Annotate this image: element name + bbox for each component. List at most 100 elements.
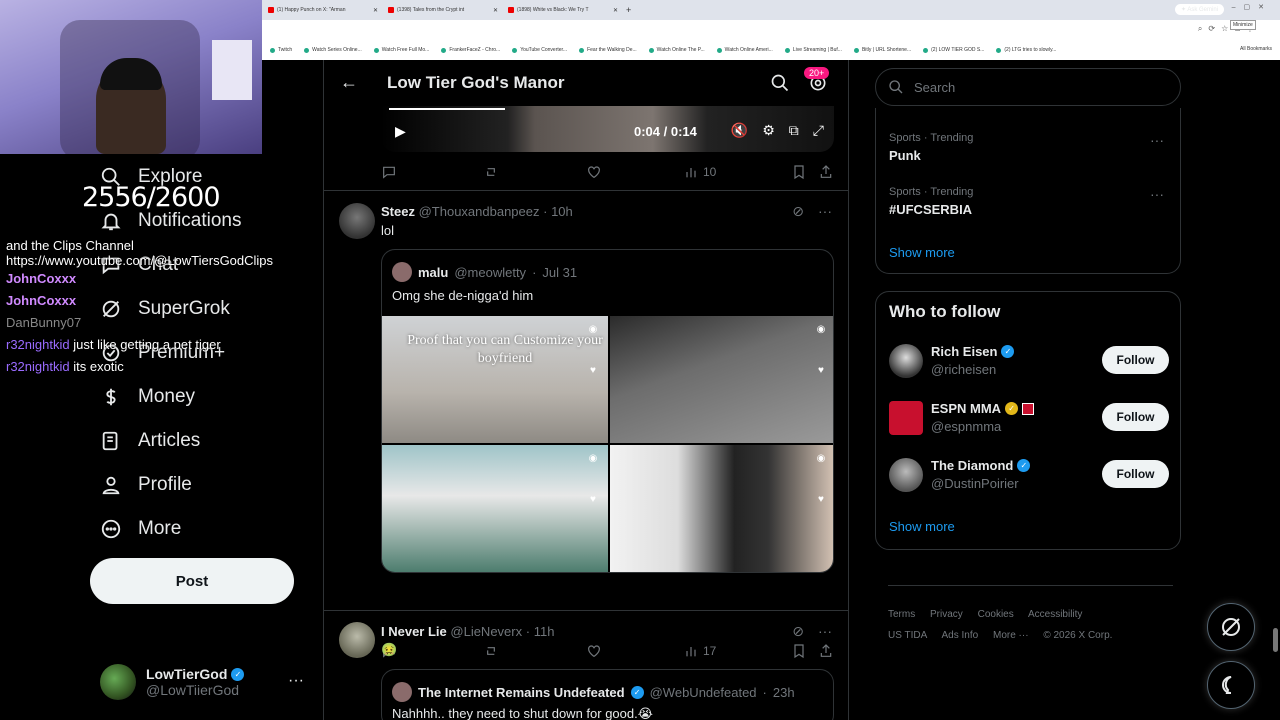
bookmark[interactable]: FrankerFaceZ - Chro... [441,47,500,53]
quoted-post[interactable]: The Internet Remains Undefeated ✓ @WebUn… [381,669,834,720]
avatar[interactable] [339,203,375,239]
bookmark[interactable]: Bitly | URL Shortene... [853,47,911,53]
all-bookmarks[interactable]: All Bookmarks [1240,46,1272,52]
bookmark[interactable]: YouTube Converter... [512,47,567,53]
footer-link[interactable]: Ads Info [942,630,979,641]
bookmark[interactable]: Watch Online Ameri... [716,47,773,53]
account-switcher[interactable]: LowTierGod ✓ @LowTiierGod ··· [100,662,310,702]
repost-icon[interactable] [483,164,499,180]
bookmark[interactable]: Watch Online The P... [648,47,705,53]
close-tab-icon[interactable]: ✕ [613,7,618,14]
bookmark[interactable]: (2) LOW TIER GOD S... [923,47,984,53]
bookmark[interactable]: Watch Series Online... [304,47,362,53]
show-more-link[interactable]: Show more [889,245,955,260]
more-options-icon[interactable]: ··· [818,623,832,640]
more-options-icon[interactable]: ··· [1150,132,1164,148]
more-options-icon[interactable]: ··· [288,672,304,690]
media-image[interactable]: ◉ ♥ [382,445,608,572]
grok-fab-button[interactable] [1207,603,1255,651]
window-controls[interactable]: –▢✕ [1232,3,1272,11]
trend-item[interactable]: Sports · Trending #UFCSERBIA [889,186,973,217]
bookmark[interactable]: Watch Free Full Mo... [373,47,429,53]
views-icon[interactable]: 10 [683,164,716,180]
copyright: © 2026 X Corp. [1043,630,1113,641]
video-time: 0:04 / 0:14 [634,124,697,139]
follow-suggestion[interactable]: ESPN MMA ✓ @espnmma Follow [889,399,1169,439]
grok-icon[interactable]: ⊘ [792,623,804,640]
messages-fab-button[interactable] [1207,661,1255,709]
pip-icon[interactable]: ⧉ [789,122,799,139]
youtube-favicon-icon [508,7,514,13]
bookmark[interactable]: Live Streaming | Buf... [784,47,842,53]
verified-icon: ✓ [1001,345,1015,358]
media-image[interactable]: ◉ ♥ [610,316,833,443]
camera-icon: ◉ [816,453,826,464]
author-name[interactable]: I Never Lie [381,624,447,639]
post[interactable]: I Never Lie @LieNeverx · 11h ⊘ ··· 🤢 The… [324,611,848,720]
footer-link[interactable]: Cookies [978,609,1014,620]
footer-link[interactable]: Terms [888,609,915,620]
author-handle[interactable]: @LieNeverx [450,624,522,639]
scrollbar-thumb[interactable] [1273,628,1278,652]
new-tab-button[interactable]: + [626,5,631,15]
avatar[interactable] [339,622,375,658]
mute-icon[interactable]: 🔇 [731,122,748,139]
footer-link[interactable]: US TIDA [888,630,927,641]
quoted-post[interactable]: malu @meowletty · Jul 31 Omg she de-nigg… [381,249,834,573]
back-arrow-icon[interactable]: ← [340,72,358,93]
footer-link[interactable]: Privacy [930,609,963,620]
author-handle[interactable]: @Thouxandbanpeez [419,204,540,219]
grok-icon [1222,618,1240,636]
bookmark[interactable]: Twitch [270,47,292,53]
nav-articles[interactable]: Articles [100,426,200,456]
bookmark[interactable]: (2) LTG tries to slowly... [996,47,1056,53]
bookmark[interactable]: Fear the Walking De... [579,47,637,53]
footer-link[interactable]: More ··· [993,630,1029,641]
play-icon[interactable]: ▶ [395,123,406,140]
follow-suggestion[interactable]: Rich Eisen ✓ @richeisen Follow [889,342,1169,382]
share-icon[interactable] [818,164,834,180]
media-image[interactable]: ◉ ♥ [610,445,833,572]
avatar [392,682,412,702]
follow-button[interactable]: Follow [1102,460,1169,488]
heart-icon: ♥ [818,494,824,505]
search-input[interactable]: Search [875,68,1181,106]
trend-item[interactable]: Sports · Trending Punk [889,132,973,163]
author-name[interactable]: Steez [381,204,415,219]
more-options-icon[interactable]: ··· [818,203,832,220]
more-options-icon[interactable]: ··· [1150,186,1164,202]
chat-bubble-icon [1222,676,1232,694]
media-image[interactable]: Proof that you can Customize your boyfri… [382,316,608,443]
address-bar[interactable]: ⌕⟳☆⧉⋮ [262,20,1280,40]
browser-tab[interactable]: (1) Happy Punch on X: "Arman ✕ [264,3,382,17]
post[interactable]: Steez @Thouxandbanpeez · 10h ⊘ ··· lol m… [324,191,848,659]
show-more-link[interactable]: Show more [889,519,955,534]
avatar [889,344,923,378]
reply-icon[interactable] [381,164,397,180]
nav-more[interactable]: More [100,514,181,544]
fullscreen-icon[interactable]: ⤢ [813,122,824,139]
ask-gemini-button[interactable]: ✦ Ask Gemini [1174,4,1224,15]
browser-tab[interactable]: (1898) White vs Black: We Try T ✕ [504,3,622,17]
heart-icon: ♥ [590,494,596,505]
search-icon[interactable] [770,73,790,98]
post-time[interactable]: 10h [551,204,573,219]
close-tab-icon[interactable]: ✕ [373,7,378,14]
video-player[interactable]: ▶ 0:04 / 0:14 🔇 ⚙ ⧉ ⤢ [381,106,834,152]
follow-button[interactable]: Follow [1102,346,1169,374]
post-time[interactable]: 11h [534,624,555,639]
close-tab-icon[interactable]: ✕ [493,7,498,14]
nav-profile[interactable]: Profile [100,470,192,500]
post-button[interactable]: Post [90,558,294,604]
browser-tab[interactable]: (1398) Tales from the Crypt int ✕ [384,3,502,17]
settings-icon[interactable]: ⚙ [762,122,775,139]
scrollbar[interactable] [1272,60,1280,720]
nav-money[interactable]: Money [100,382,195,412]
like-icon[interactable] [586,164,602,180]
follow-suggestion[interactable]: The Diamond ✓ @DustinPoirier Follow [889,456,1169,496]
grok-icon[interactable]: ⊘ [792,203,804,220]
footer-link[interactable]: Accessibility [1028,609,1082,620]
follow-button[interactable]: Follow [1102,403,1169,431]
video-progress[interactable] [389,108,505,110]
bookmark-icon[interactable] [791,164,807,180]
